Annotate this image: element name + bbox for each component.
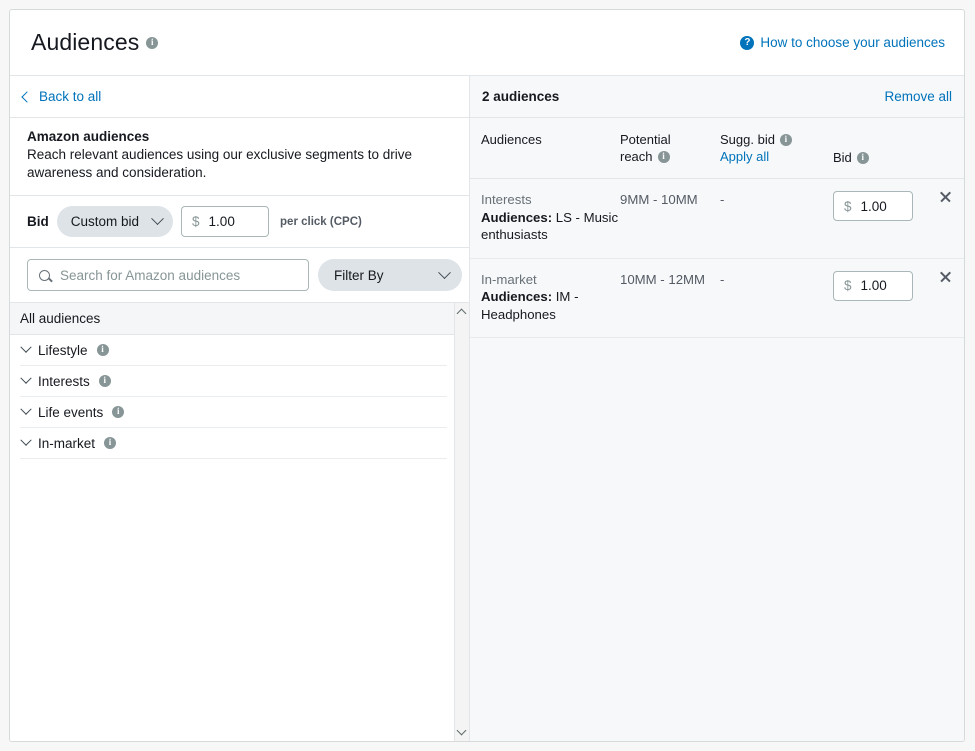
remove-all-button[interactable]: Remove all bbox=[884, 89, 952, 104]
back-to-all-link[interactable]: Back to all bbox=[21, 89, 101, 104]
column-header-bid: Bid bbox=[833, 131, 964, 166]
chevron-up-icon[interactable] bbox=[458, 308, 467, 317]
search-box[interactable] bbox=[27, 259, 309, 291]
category-label: In-market bbox=[38, 435, 96, 451]
body-split: Back to all Amazon audiences Reach relev… bbox=[10, 76, 964, 741]
filter-by-select[interactable]: Filter By bbox=[318, 259, 462, 291]
column-label: Potential bbox=[620, 132, 671, 147]
column-label: Bid bbox=[833, 150, 852, 165]
category-label: Interests bbox=[38, 373, 90, 389]
selected-header: 2 audiences Remove all bbox=[470, 76, 964, 118]
how-to-choose-audiences-label: How to choose your audiences bbox=[760, 35, 945, 50]
intro-description: Reach relevant audiences using our exclu… bbox=[27, 147, 412, 180]
column-header-potential-reach: Potential reach bbox=[620, 131, 720, 166]
audiences-panel: Audiences How to choose your audiences B… bbox=[9, 9, 965, 742]
row-category: In-market bbox=[481, 271, 537, 287]
filter-by-label: Filter By bbox=[334, 267, 384, 283]
row-category: Interests bbox=[481, 192, 532, 207]
chevron-down-icon bbox=[20, 341, 32, 353]
row-potential-reach: 9MM - 10MM bbox=[620, 192, 698, 207]
bid-strategy-select[interactable]: Custom bid bbox=[56, 206, 174, 237]
bid-row: Bid Custom bid $ 1.00 per click (CPC) bbox=[10, 196, 469, 248]
row-audience-name: Audiences: IM - Headphones bbox=[481, 288, 620, 323]
column-label: Audiences bbox=[481, 132, 542, 147]
default-bid-input[interactable]: $ 1.00 bbox=[181, 206, 270, 237]
back-row: Back to all bbox=[10, 76, 469, 118]
info-icon[interactable] bbox=[856, 151, 869, 164]
table-row: Interests Audiences: LS - Music enthusia… bbox=[470, 179, 964, 259]
row-potential-reach: 10MM - 12MM bbox=[620, 271, 705, 287]
close-icon[interactable] bbox=[939, 270, 952, 283]
audience-list-scrollbar[interactable] bbox=[454, 303, 469, 741]
question-circle-icon bbox=[740, 35, 755, 50]
chevron-left-icon bbox=[21, 90, 33, 103]
category-label: Lifestyle bbox=[38, 342, 88, 358]
info-icon[interactable] bbox=[112, 405, 125, 418]
left-panel: Back to all Amazon audiences Reach relev… bbox=[10, 76, 470, 741]
info-icon[interactable] bbox=[104, 436, 117, 449]
chevron-down-icon bbox=[438, 265, 451, 279]
category-life-events[interactable]: Life events bbox=[20, 397, 447, 428]
currency-symbol: $ bbox=[844, 278, 852, 293]
search-icon bbox=[39, 269, 50, 281]
row-bid-input[interactable]: $ 1.00 bbox=[833, 270, 913, 301]
info-icon[interactable] bbox=[657, 150, 670, 163]
audience-category-list: Lifestyle Interests Life events bbox=[10, 335, 454, 459]
chevron-down-icon[interactable] bbox=[458, 727, 467, 736]
intro-title: Amazon audiences bbox=[27, 129, 150, 144]
how-to-choose-audiences-link[interactable]: How to choose your audiences bbox=[740, 35, 945, 50]
cpc-note: per click (CPC) bbox=[280, 215, 362, 228]
audience-list-column: All audiences Lifestyle Interests bbox=[10, 303, 454, 741]
search-input[interactable] bbox=[58, 266, 298, 284]
table-row: In-market Audiences: IM - Headphones 10M… bbox=[470, 259, 964, 338]
currency-symbol: $ bbox=[844, 198, 852, 214]
column-label: Sugg. bid bbox=[720, 132, 775, 147]
info-icon[interactable] bbox=[779, 133, 792, 146]
category-in-market[interactable]: In-market bbox=[20, 428, 447, 459]
row-audience-cell: In-market Audiences: IM - Headphones bbox=[470, 271, 620, 324]
page-title-text: Audiences bbox=[31, 29, 140, 55]
column-header-sugg-bid: Sugg. bid Apply all bbox=[720, 131, 833, 166]
category-lifestyle[interactable]: Lifestyle bbox=[20, 335, 447, 366]
column-label-2: reach bbox=[620, 149, 653, 164]
chevron-down-icon bbox=[151, 212, 164, 226]
column-header-audiences: Audiences bbox=[470, 131, 620, 166]
back-to-all-label: Back to all bbox=[39, 89, 102, 104]
row-sugg-bid: - bbox=[720, 192, 725, 207]
row-audience-prefix: Audiences: bbox=[481, 209, 553, 225]
page-header: Audiences How to choose your audiences bbox=[10, 10, 964, 76]
chevron-down-icon bbox=[20, 372, 32, 384]
row-bid-input[interactable]: $ 1.00 bbox=[833, 191, 913, 221]
selected-count: 2 audiences bbox=[482, 89, 560, 104]
row-audience-cell: Interests Audiences: LS - Music enthusia… bbox=[470, 191, 620, 244]
info-icon[interactable] bbox=[96, 343, 109, 356]
all-audiences-header: All audiences bbox=[10, 303, 454, 335]
category-interests[interactable]: Interests bbox=[20, 366, 447, 397]
row-audience-name: Audiences: LS - Music enthusiasts bbox=[481, 209, 620, 244]
info-icon[interactable] bbox=[146, 36, 159, 49]
apply-all-link[interactable]: Apply all bbox=[720, 148, 769, 165]
row-audience-prefix: Audiences: bbox=[481, 289, 553, 304]
chevron-down-icon bbox=[20, 403, 32, 415]
currency-symbol: $ bbox=[192, 214, 200, 229]
close-icon[interactable] bbox=[939, 190, 952, 203]
category-label: Life events bbox=[38, 404, 104, 420]
row-bid-value: 1.00 bbox=[860, 278, 887, 293]
row-bid-value: 1.00 bbox=[860, 198, 887, 214]
row-sugg-bid: - bbox=[720, 271, 725, 287]
selected-audiences-panel: 2 audiences Remove all Audiences Potenti… bbox=[470, 76, 964, 741]
amazon-audiences-intro: Amazon audiences Reach relevant audience… bbox=[10, 118, 469, 196]
search-row: Filter By bbox=[10, 248, 469, 302]
info-icon[interactable] bbox=[98, 374, 111, 387]
default-bid-value: 1.00 bbox=[208, 214, 235, 229]
bid-label: Bid bbox=[27, 214, 49, 229]
bid-strategy-value: Custom bid bbox=[70, 214, 140, 229]
audience-list-wrap: All audiences Lifestyle Interests bbox=[10, 302, 469, 741]
page-title: Audiences bbox=[31, 29, 159, 56]
chevron-down-icon bbox=[20, 434, 32, 446]
table-column-headers: Audiences Potential reach Sugg. bid A bbox=[470, 118, 964, 179]
